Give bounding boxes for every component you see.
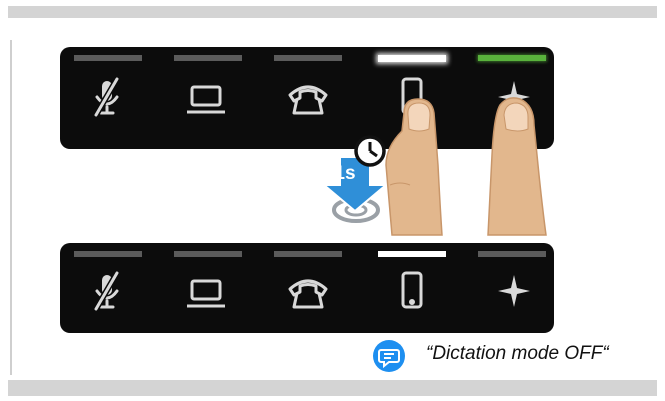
bottom-divider <box>8 380 657 396</box>
smartphone-icon[interactable] <box>388 271 436 311</box>
indicator-mic-top <box>74 55 142 61</box>
microphone-muted-icon[interactable] <box>84 77 132 117</box>
indicator-smartphone-top <box>378 55 446 62</box>
indicator-mic-bottom <box>74 251 142 257</box>
left-divider <box>10 40 12 375</box>
telephone-icon[interactable] <box>284 271 332 311</box>
dictation-mode-caption: “Dictation mode OFF“ <box>426 343 609 364</box>
indicator-sparkle-bottom <box>478 251 546 257</box>
control-panel-bottom <box>60 243 554 333</box>
top-divider <box>8 6 657 18</box>
hold-duration-label: 1s <box>334 163 356 184</box>
indicator-laptop-bottom <box>174 251 242 257</box>
indicator-laptop-top <box>174 55 242 61</box>
sparkle-icon[interactable] <box>490 271 538 311</box>
indicator-smartphone-bottom <box>378 251 446 257</box>
laptop-icon[interactable] <box>182 273 230 313</box>
speech-bubble-icon <box>373 340 405 372</box>
finger-left-icon <box>385 98 443 236</box>
indicator-phone-bottom <box>274 251 342 257</box>
laptop-icon[interactable] <box>182 79 230 119</box>
indicator-phone-top <box>274 55 342 61</box>
finger-right-icon <box>487 97 547 236</box>
microphone-muted-icon[interactable] <box>84 271 132 311</box>
indicator-sparkle-top <box>478 55 546 61</box>
